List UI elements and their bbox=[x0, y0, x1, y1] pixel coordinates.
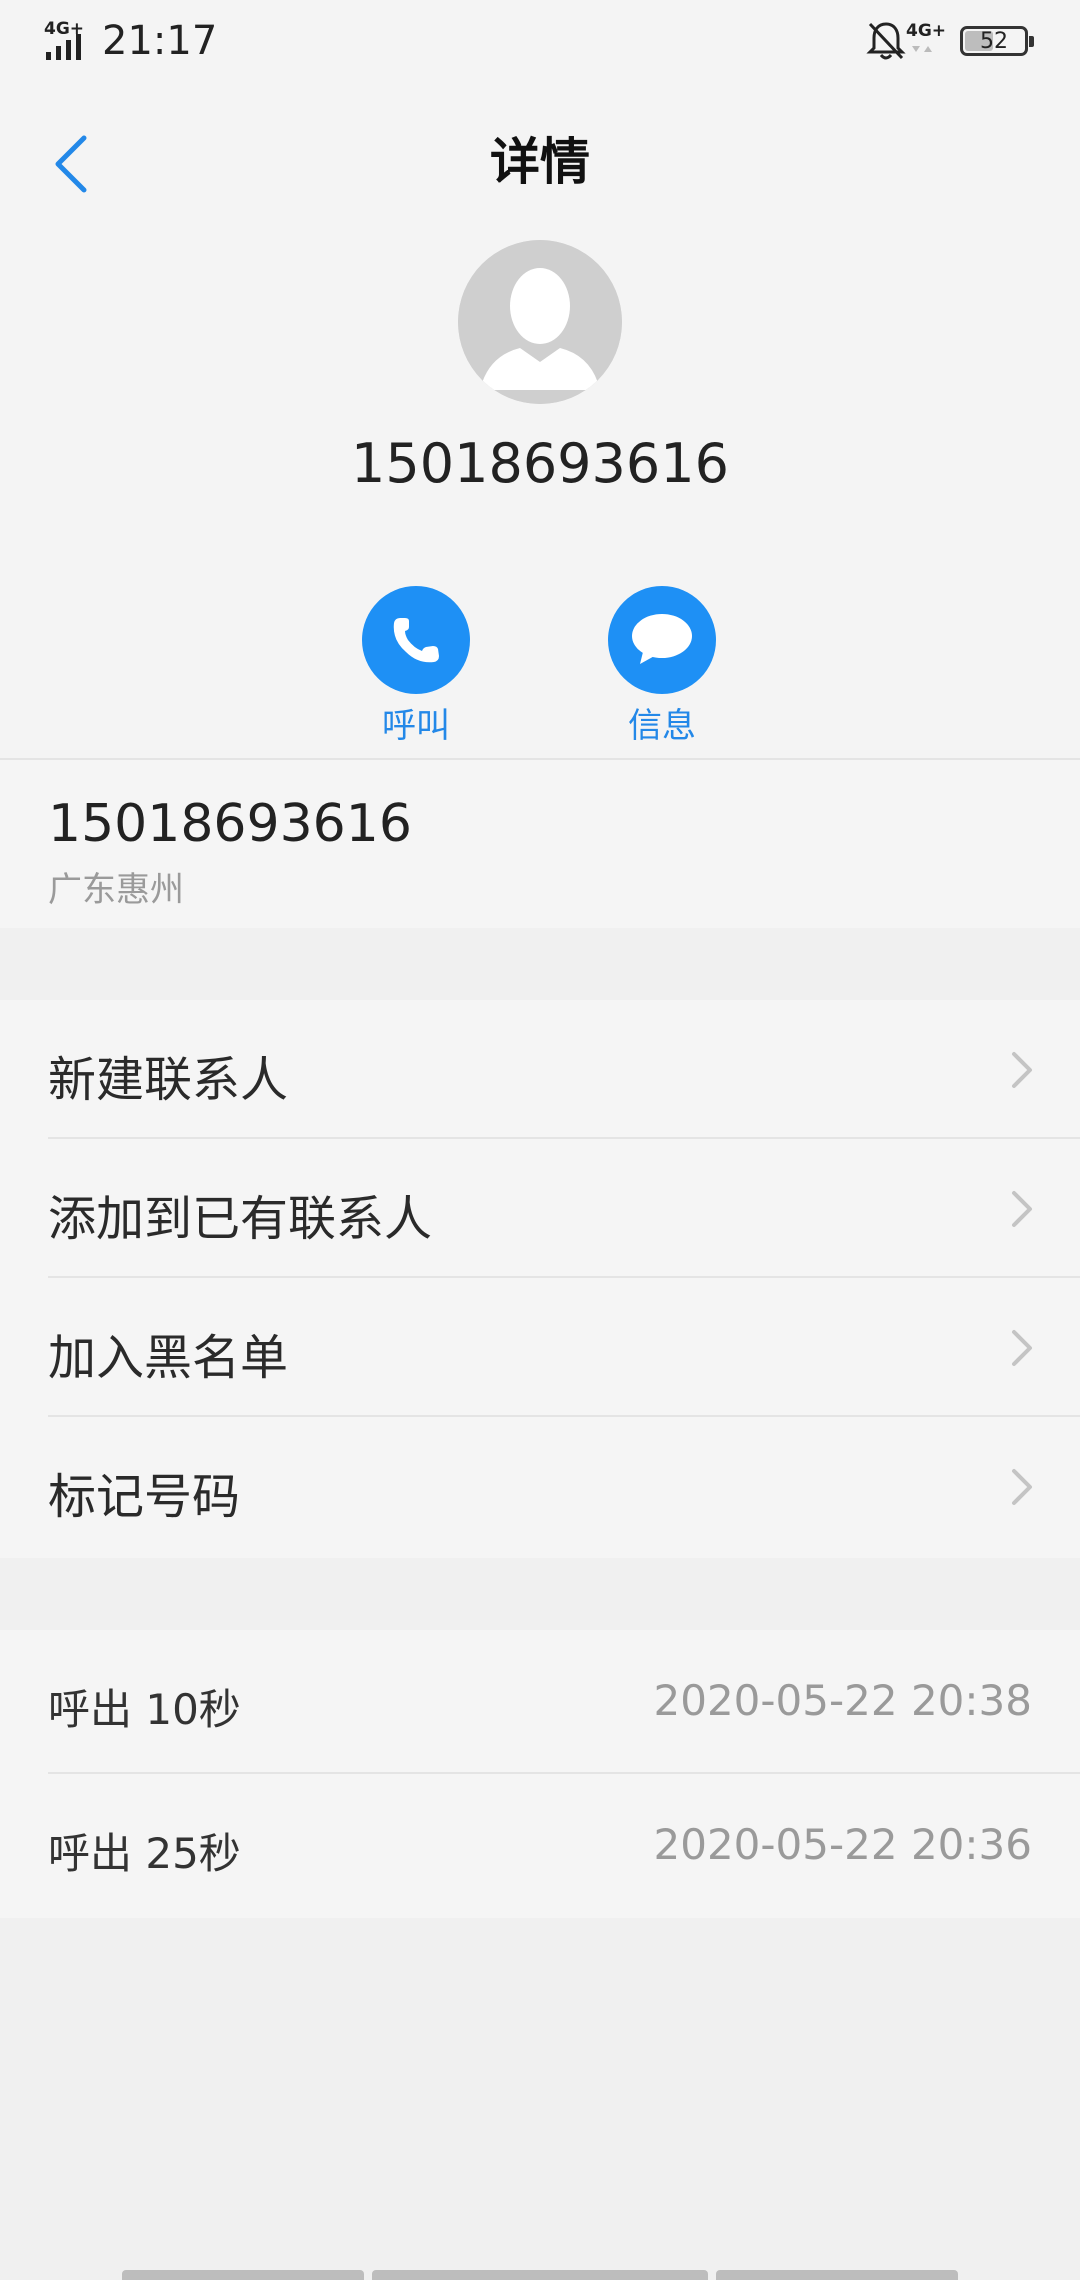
call-history-row: 呼出 25秒 2020-05-22 20:36 bbox=[0, 1774, 1080, 1918]
menu-item-label: 添加到已有联系人 bbox=[48, 1191, 433, 1247]
call-history-row: 呼出 10秒 2020-05-22 20:38 bbox=[0, 1630, 1080, 1774]
menu-item-new-contact[interactable]: 新建联系人 bbox=[0, 1000, 1080, 1139]
battery-icon: 52 bbox=[960, 26, 1034, 56]
message-label: 信息 bbox=[628, 706, 696, 746]
status-bar: 4G+ 21:17 4G+ 52 bbox=[0, 0, 1080, 84]
call-button[interactable]: 呼叫 bbox=[346, 586, 486, 756]
message-circle bbox=[608, 586, 716, 694]
detail-location: 广东惠州 bbox=[48, 870, 184, 910]
phone-icon bbox=[393, 618, 439, 663]
call-label: 呼叫 bbox=[382, 706, 450, 746]
call-circle bbox=[362, 586, 470, 694]
status-time: 21:17 bbox=[102, 18, 218, 64]
nav-handle-left[interactable] bbox=[122, 2270, 364, 2280]
menu-item-label: 新建联系人 bbox=[48, 1052, 289, 1108]
chevron-right-icon bbox=[1012, 1330, 1032, 1366]
call-type: 呼出 25秒 bbox=[48, 1829, 241, 1878]
message-button[interactable]: 信息 bbox=[592, 586, 732, 756]
menu-item-blacklist[interactable]: 加入黑名单 bbox=[0, 1278, 1080, 1417]
svg-text:4G+: 4G+ bbox=[906, 21, 946, 41]
battery-level: 52 bbox=[980, 29, 1008, 54]
options-menu: 新建联系人 添加到已有联系人 加入黑名单 标记号码 bbox=[0, 1000, 1080, 1558]
menu-item-label: 加入黑名单 bbox=[48, 1330, 289, 1386]
chevron-right-icon bbox=[1012, 1191, 1032, 1227]
page-title: 详情 bbox=[490, 133, 590, 191]
person-silhouette-icon bbox=[458, 240, 622, 404]
contact-header: 详情 15018693616 呼叫 信息 bbox=[0, 84, 1080, 758]
call-history: 呼出 10秒 2020-05-22 20:38 呼出 25秒 2020-05-2… bbox=[0, 1630, 1080, 1918]
data-network-icon: 4G+ bbox=[906, 21, 946, 52]
nav-handle-center[interactable] bbox=[372, 2270, 708, 2280]
bell-off-icon bbox=[866, 22, 906, 60]
chevron-right-icon bbox=[1012, 1469, 1032, 1505]
signal-icon: 4G+ bbox=[44, 19, 84, 60]
menu-item-mark-number[interactable]: 标记号码 bbox=[0, 1417, 1080, 1556]
menu-item-add-to-existing[interactable]: 添加到已有联系人 bbox=[0, 1139, 1080, 1278]
number-detail[interactable]: 15018693616 广东惠州 bbox=[0, 758, 1080, 928]
call-type: 呼出 10秒 bbox=[48, 1685, 241, 1734]
call-time: 2020-05-22 20:36 bbox=[653, 1820, 1032, 1869]
chevron-right-icon bbox=[1012, 1052, 1032, 1088]
nav-handle-right[interactable] bbox=[716, 2270, 958, 2280]
contact-number-title: 15018693616 bbox=[351, 432, 729, 495]
detail-number: 15018693616 bbox=[48, 794, 412, 854]
menu-item-label: 标记号码 bbox=[48, 1469, 241, 1525]
call-time: 2020-05-22 20:38 bbox=[653, 1676, 1032, 1725]
avatar bbox=[458, 240, 622, 404]
chat-bubble-icon bbox=[632, 614, 692, 664]
